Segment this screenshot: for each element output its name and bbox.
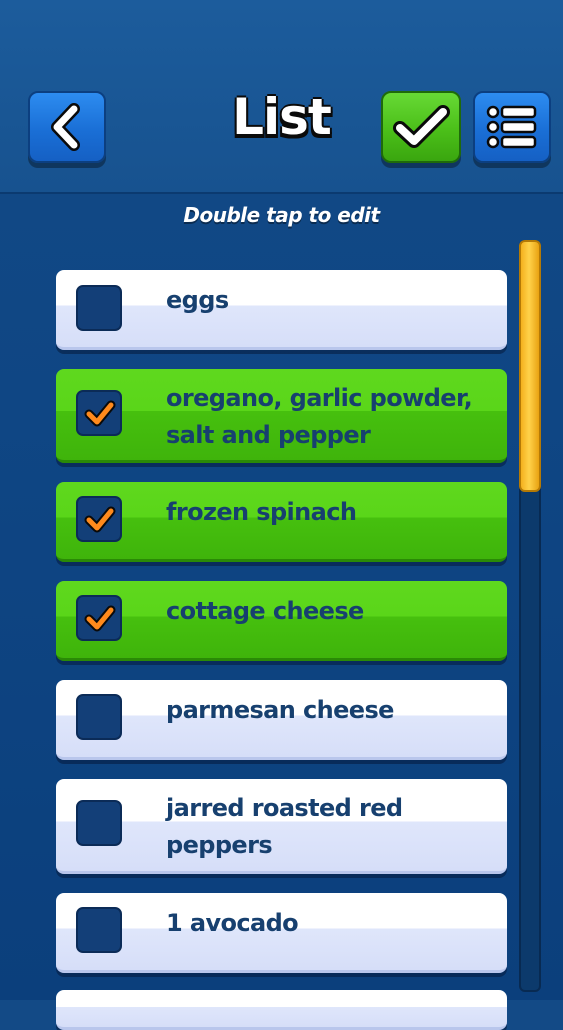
list-item[interactable]: cottage cheese — [56, 581, 507, 661]
list-item[interactable]: jarred roasted red peppers — [56, 779, 507, 874]
item-checkbox[interactable] — [76, 907, 122, 953]
item-checkbox[interactable] — [76, 800, 122, 846]
item-checkbox[interactable] — [76, 595, 122, 641]
edit-hint: Double tap to edit — [183, 203, 380, 227]
page-title: List — [232, 88, 332, 146]
checkmark-icon — [84, 605, 116, 632]
item-label: cottage cheese — [166, 597, 364, 625]
item-checkbox[interactable] — [76, 390, 122, 436]
item-checkbox[interactable] — [76, 694, 122, 740]
item-checkbox[interactable] — [76, 496, 122, 542]
item-label: parmesan cheese — [166, 696, 394, 724]
list-item[interactable]: 1 avocado — [56, 893, 507, 973]
list-item[interactable]: oregano, garlic powder, salt and pepper — [56, 369, 507, 463]
chevron-left-icon — [51, 103, 80, 151]
list-menu-icon — [486, 105, 537, 149]
item-label: oregano, garlic powder, salt and pepper — [166, 384, 473, 449]
list-item[interactable]: eggs — [56, 270, 507, 350]
list-item[interactable]: parmesan cheese — [56, 680, 507, 760]
item-checkbox[interactable] — [76, 285, 122, 331]
scrollbar-thumb[interactable] — [519, 240, 541, 492]
item-label: frozen spinach — [166, 498, 357, 526]
list-item-partial[interactable] — [56, 990, 507, 1030]
item-label: 1 avocado — [166, 909, 299, 937]
item-label: eggs — [166, 286, 229, 314]
checkmark-icon — [84, 400, 116, 427]
list-menu-button[interactable] — [473, 91, 551, 163]
back-button[interactable] — [28, 91, 106, 163]
top-bar: List — [0, 0, 563, 194]
checkmark-icon — [84, 506, 116, 533]
item-label: jarred roasted red peppers — [166, 794, 403, 859]
confirm-button[interactable] — [381, 91, 461, 163]
checkmark-icon — [393, 105, 450, 148]
list-item[interactable]: frozen spinach — [56, 482, 507, 562]
